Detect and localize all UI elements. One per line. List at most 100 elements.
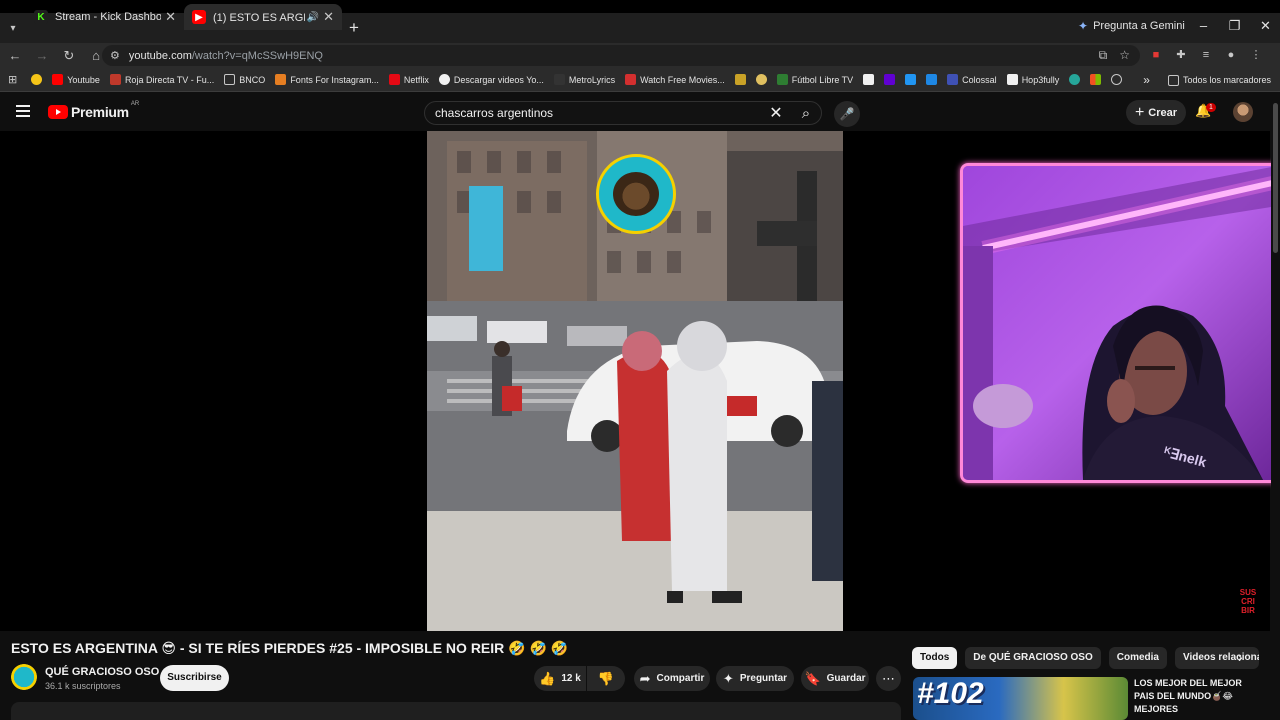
youtube-icon — [52, 74, 64, 85]
more-actions-button[interactable]: ⋯ — [876, 666, 901, 691]
create-button[interactable]: + Crear — [1126, 100, 1186, 125]
restore-button[interactable]: ❐ — [1219, 13, 1250, 39]
ask-button[interactable]: ✦ Preguntar — [716, 666, 794, 691]
kick-icon: K — [34, 10, 48, 24]
bookmarks-bar: ⊞ Youtube Roja Directa TV - Fu... BNCO F… — [0, 68, 1280, 92]
channel-name[interactable]: QUÉ GRACIOSO OSO — [45, 666, 159, 678]
hop3fully-icon — [1006, 74, 1018, 85]
profile-icon[interactable]: ● — [1223, 47, 1239, 63]
ai-icon — [1069, 74, 1081, 85]
movies-icon — [625, 74, 637, 85]
more-horizontal-icon: ⋯ — [882, 670, 895, 686]
futbol-icon — [776, 74, 788, 85]
menu-kebab-icon[interactable]: ⋮ — [1248, 47, 1264, 63]
install-app-icon[interactable]: ⧉ — [1099, 48, 1108, 63]
bookmark-item[interactable]: Youtube — [52, 74, 100, 85]
colossal-icon — [947, 74, 959, 85]
bookmark-item[interactable]: Descargar videos Yo... — [438, 74, 544, 85]
logo-word: Premium — [71, 104, 129, 120]
bookmark-icon-only[interactable] — [926, 74, 938, 85]
youtube-icon: ▶ — [192, 10, 206, 24]
voice-search-icon[interactable]: 🎤 — [834, 101, 860, 127]
subscribe-button[interactable]: Suscribirse — [160, 665, 229, 691]
like-button[interactable]: 👍 12 k — [534, 666, 586, 691]
menu-icon[interactable] — [16, 105, 30, 117]
bookmark-item[interactable]: Fonts For Instagram... — [275, 74, 379, 85]
forward-icon[interactable]: → — [30, 48, 54, 63]
country-code: AR — [130, 101, 140, 107]
search-icon[interactable]: ⌕ — [791, 105, 821, 122]
close-tab-icon[interactable]: ✕ — [323, 9, 334, 25]
bookmark-icon-only[interactable] — [884, 74, 896, 85]
apps-grid-icon[interactable]: ⊞ — [8, 73, 17, 86]
bookmark-icon-only[interactable] — [863, 74, 875, 85]
video-title: ESTO ES ARGENTINA 😎 - SI TE RÍES PIERDES… — [11, 640, 569, 656]
extension-red-icon[interactable]: ■ — [1148, 47, 1164, 63]
bookmark-emoji[interactable] — [31, 74, 43, 85]
back-icon[interactable]: ← — [3, 48, 27, 63]
bookmark-icon-only[interactable] — [1090, 74, 1102, 85]
description-box[interactable] — [11, 702, 901, 720]
folder-icon — [224, 74, 236, 85]
scrollbar-thumb[interactable] — [1273, 103, 1278, 253]
sparkle-icon: ✦ — [722, 670, 734, 686]
bookmark-item[interactable]: Hop3fully — [1006, 74, 1059, 85]
bookmark-icon-only[interactable] — [1069, 74, 1081, 85]
address-bar[interactable]: ⚙ youtube.com/watch?v=qMcSSwH9ENQ ⧉ ☆ — [102, 45, 1140, 66]
youtube-logo[interactable]: Premium AR — [48, 101, 140, 120]
media-controls-icon[interactable]: ≡ — [1198, 47, 1214, 63]
chevron-right-icon[interactable]: › — [1238, 649, 1243, 665]
ghost-icon — [734, 74, 746, 85]
tab-youtube[interactable]: ▶ (1) ESTO ES ARGENTINA 😎 🔊 ✕ — [184, 4, 342, 30]
bookmark-item[interactable]: Colossal — [947, 74, 997, 85]
save-button[interactable]: 🔖 Guardar — [801, 666, 869, 691]
minimize-button[interactable]: – — [1188, 13, 1219, 39]
share-label: Compartir — [656, 673, 705, 684]
chip-comedia[interactable]: Comedia — [1108, 647, 1167, 669]
account-avatar[interactable] — [1233, 102, 1253, 122]
tab-kick-dashboard[interactable]: K Stream - Kick Dashboard ✕ — [26, 4, 184, 30]
bookmark-icon-only[interactable] — [734, 74, 746, 85]
subscribe-overlay-logo[interactable]: SUS CRI BIR — [1234, 588, 1262, 616]
channel-avatar[interactable] — [11, 664, 37, 690]
tab-search-button[interactable]: ▾ — [0, 13, 26, 43]
clear-search-icon[interactable]: ✕ — [761, 103, 791, 123]
all-bookmarks-folder[interactable]: Todos los marcadores — [1167, 74, 1271, 86]
chip-todos[interactable]: Todos — [912, 647, 958, 669]
download-icon — [438, 74, 450, 85]
bookmark-item[interactable]: Roja Directa TV - Fu... — [109, 74, 214, 85]
chip-related[interactable]: Videos relacionad — [1174, 647, 1259, 669]
bookmark-icon-only[interactable] — [755, 74, 767, 85]
share-button[interactable]: ➦ Compartir — [634, 666, 710, 691]
close-window-button[interactable]: ✕ — [1250, 13, 1280, 39]
reload-icon[interactable]: ↻ — [57, 48, 81, 64]
gemini-button[interactable]: ✦ Pregunta a Gemini — [1078, 19, 1185, 33]
site-info-icon[interactable]: ⚙ — [110, 49, 120, 62]
close-tab-icon[interactable]: ✕ — [165, 9, 176, 25]
chip-channel[interactable]: De QUÉ GRACIOSO OSO — [965, 647, 1101, 669]
recommended-video-thumbnail[interactable]: #102 — [913, 677, 1128, 720]
microsoft-icon — [1090, 74, 1102, 85]
new-tab-button[interactable]: + — [344, 18, 364, 38]
bookmark-item[interactable]: Netflix — [388, 74, 429, 85]
bookmark-star-icon[interactable]: ☆ — [1119, 48, 1130, 63]
bookmark-folder[interactable]: BNCO — [224, 74, 265, 85]
search-box[interactable]: chascarros argentinos ✕ ⌕ — [424, 101, 822, 125]
extensions-puzzle-icon[interactable]: ✚ — [1173, 47, 1189, 63]
bookmark-item[interactable]: Watch Free Movies... — [625, 74, 725, 85]
share-icon: ➦ — [639, 670, 651, 686]
folder-icon — [1167, 74, 1179, 86]
more-bookmarks-icon[interactable]: » — [1143, 73, 1150, 87]
bookmark-icon-only[interactable] — [905, 74, 917, 85]
search-input[interactable]: chascarros argentinos — [435, 106, 761, 120]
roja-icon — [109, 74, 121, 85]
page-scrollbar[interactable] — [1271, 93, 1280, 720]
bookmark-item[interactable]: MetroLyrics — [553, 74, 615, 85]
bookmark-icon-only[interactable] — [1111, 74, 1123, 85]
bookmark-item[interactable]: Fútbol Libre TV — [776, 74, 853, 85]
speaker-icon[interactable]: 🔊 — [307, 12, 319, 23]
channel-subscriber-count: 36.1 k suscriptores — [45, 681, 121, 691]
channel-watermark-logo[interactable] — [596, 154, 676, 234]
recommended-video-title[interactable]: LOS MEJOR DEL MEJOR PAIS DEL MUNDO🧉😂MEJO… — [1134, 677, 1264, 716]
dislike-button[interactable]: 👎 — [587, 666, 625, 691]
